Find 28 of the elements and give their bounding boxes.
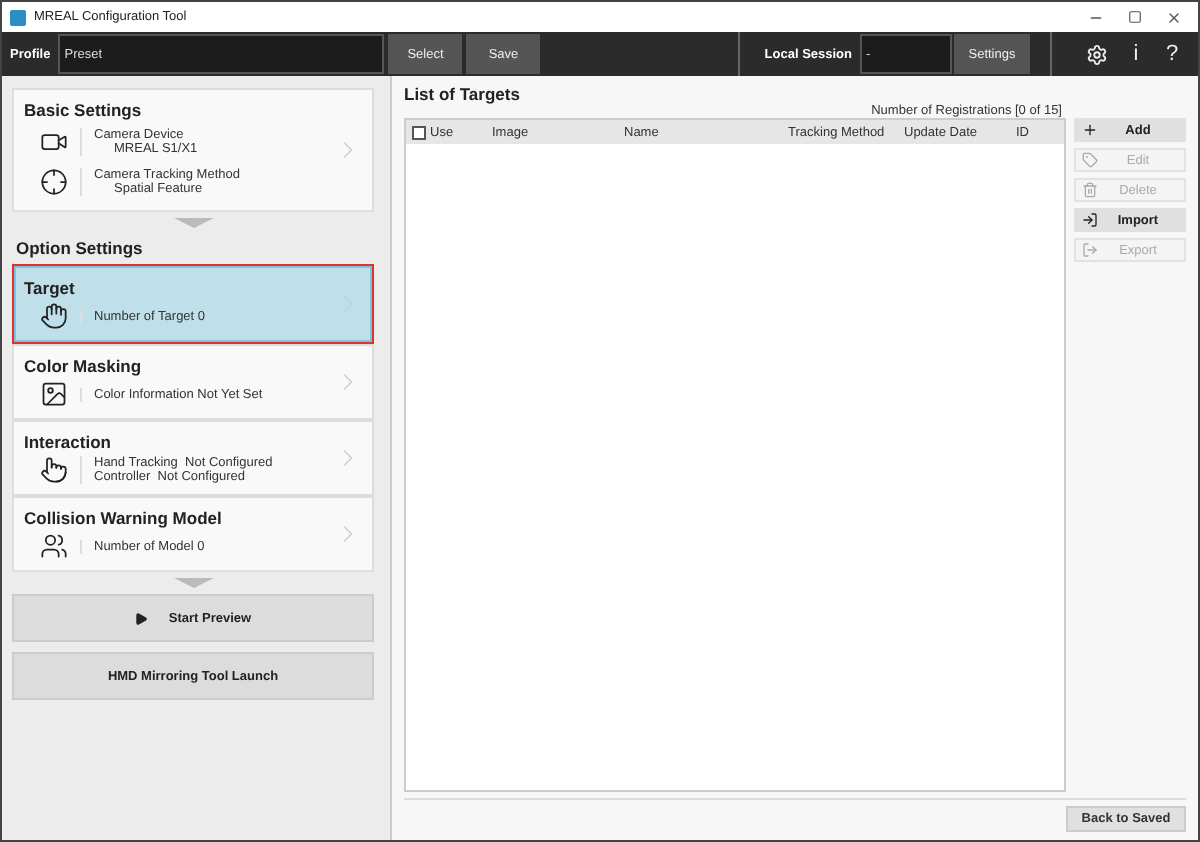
app-icon xyxy=(10,9,26,25)
image-icon xyxy=(40,380,68,408)
section-title: Option Settings xyxy=(16,238,145,258)
card-title: Interaction xyxy=(24,432,113,452)
settings-icon[interactable] xyxy=(1086,43,1108,65)
exit-icon xyxy=(1082,242,1098,258)
crosshair-icon xyxy=(40,168,68,196)
card-title: Color Masking xyxy=(24,356,144,376)
close-icon[interactable] xyxy=(1166,9,1182,25)
pointer-icon xyxy=(40,456,68,484)
enter-icon xyxy=(1082,212,1098,228)
down-triangle-icon xyxy=(173,578,213,588)
trash-icon xyxy=(1082,182,1098,198)
camera-icon xyxy=(40,128,68,156)
info-icon[interactable]: i xyxy=(1118,42,1154,66)
card-title: Collision Warning Model xyxy=(24,508,224,528)
card-title: Basic Settings xyxy=(24,100,144,120)
maximize-icon[interactable] xyxy=(1128,9,1142,23)
tag-icon xyxy=(1082,152,1098,168)
plus-icon xyxy=(1082,122,1098,138)
hand-icon xyxy=(40,302,68,330)
users-icon xyxy=(40,532,68,560)
help-icon[interactable]: ? xyxy=(1154,42,1190,66)
card-title: Target xyxy=(24,278,77,298)
list-title: List of Targets xyxy=(404,84,522,104)
down-triangle-icon xyxy=(173,218,213,228)
play-icon xyxy=(134,611,149,625)
use-checkbox[interactable] xyxy=(412,125,426,139)
